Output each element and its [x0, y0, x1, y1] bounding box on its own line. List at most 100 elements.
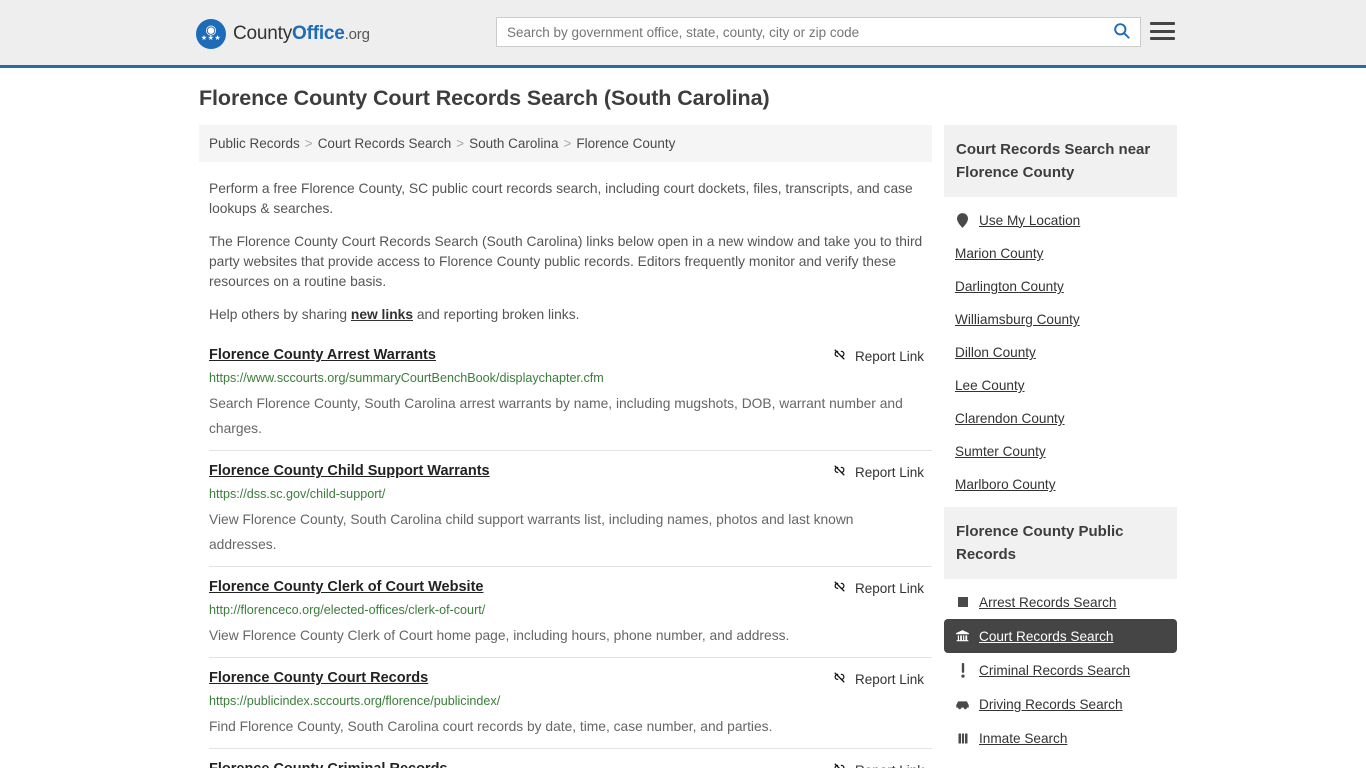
sidebar-item-driving-records-search[interactable]: Driving Records Search: [944, 687, 1177, 721]
breadcrumb-item-1[interactable]: Court Records Search: [318, 136, 452, 151]
sidebar-item-label: Williamsburg County: [955, 312, 1080, 327]
report-link-button[interactable]: Report Link: [832, 670, 932, 688]
broken-link-icon: [832, 463, 847, 481]
main-content: Public Records > Court Records Search > Sout…: [199, 125, 932, 768]
stars-glyph: ★★★: [200, 35, 222, 42]
sidebar-item-label: Marlboro County: [955, 477, 1056, 492]
resource-url: https://dss.sc.gov/child-support/: [209, 487, 386, 501]
resource-title-link[interactable]: Florence County Clerk of Court Website: [209, 579, 483, 595]
sidebar-item-label: Dillon County: [955, 345, 1036, 360]
report-link-label: Report Link: [854, 671, 924, 687]
sidebar-item-label: Inmate Search: [979, 730, 1068, 746]
intro-paragraph-3: Help others by sharing new links and rep…: [209, 305, 932, 325]
intro-paragraph-1: Perform a free Florence County, SC publi…: [209, 181, 913, 216]
search-button[interactable]: [1102, 18, 1140, 46]
map-pin-icon: [955, 212, 970, 228]
report-link-button[interactable]: Report Link: [832, 347, 932, 365]
resource-description: View Florence County Clerk of Court home…: [209, 628, 790, 643]
list-item: Florence County Criminal Records Report …: [209, 748, 932, 768]
resource-description: Search Florence County, South Carolina a…: [209, 396, 903, 436]
intro-p3-before: Help others by sharing: [209, 307, 351, 322]
resource-title-link[interactable]: Florence County Arrest Warrants: [209, 347, 436, 363]
sidebar-item-sumter-county[interactable]: Sumter County: [944, 435, 1177, 468]
sidebar-item-label: Lee County: [955, 378, 1025, 393]
resource-url: http://florenceco.org/elected-offices/cl…: [209, 603, 486, 617]
breadcrumb-sep: >: [304, 136, 313, 151]
intro-text: Perform a free Florence County, SC publi…: [199, 162, 932, 325]
search-icon: [1112, 21, 1131, 43]
broken-link-icon: [832, 670, 847, 688]
sidebar-item-label: Criminal Records Search: [979, 662, 1131, 678]
car-icon: [955, 696, 970, 712]
resource-title-link[interactable]: Florence County Court Records: [209, 670, 428, 686]
resource-url: https://www.sccourts.org/summaryCourtBen…: [209, 371, 604, 385]
breadcrumb-sep: >: [563, 136, 572, 151]
report-link-button[interactable]: Report Link: [832, 761, 932, 768]
sidebar-item-label: Sumter County: [955, 444, 1046, 459]
breadcrumb-item-3[interactable]: Florence County: [576, 136, 675, 151]
brand-text: CountyOffice.org: [233, 23, 370, 45]
report-link-button[interactable]: Report Link: [832, 463, 932, 481]
sidebar-item-label: Darlington County: [955, 279, 1064, 294]
resource-title-link[interactable]: Florence County Child Support Warrants: [209, 463, 490, 479]
brand-part-county: County: [233, 23, 293, 44]
intro-paragraph-2: The Florence County Court Records Search…: [209, 234, 923, 289]
sidebar-item-clarendon-county[interactable]: Clarendon County: [944, 402, 1177, 435]
list-item: Florence County Child Support Warrants R…: [209, 450, 932, 566]
sidebar-item-label: Marion County: [955, 246, 1044, 261]
resource-url: https://publicindex.sccourts.org/florenc…: [209, 694, 501, 708]
sidebar-nearby-section: Court Records Search near Florence Count…: [944, 125, 1177, 501]
breadcrumb-item-0[interactable]: Public Records: [209, 136, 300, 151]
search-input[interactable]: [497, 18, 1102, 46]
sidebar-item-lee-county[interactable]: Lee County: [944, 369, 1177, 402]
exclamation-icon: [955, 662, 970, 678]
resource-link-list: Florence County Arrest Warrants Report L…: [199, 339, 932, 768]
report-link-label: Report Link: [854, 348, 924, 364]
sidebar-item-marlboro-county[interactable]: Marlboro County: [944, 468, 1177, 501]
sidebar-item-criminal-records-search[interactable]: Criminal Records Search: [944, 653, 1177, 687]
broken-link-icon: [832, 347, 847, 365]
page-body: Florence County Court Records Search (So…: [0, 68, 1366, 768]
sidebar: Court Records Search near Florence Count…: [944, 125, 1177, 761]
list-item: Florence County Arrest Warrants Report L…: [209, 339, 932, 450]
breadcrumb-item-2[interactable]: South Carolina: [469, 136, 558, 151]
sidebar-public-records-heading: Florence County Public Records: [944, 507, 1177, 579]
broken-link-icon: [832, 761, 847, 768]
sidebar-public-records-section: Florence County Public Records Arrest Re…: [944, 507, 1177, 755]
breadcrumb-sep: >: [456, 136, 465, 151]
list-item: Florence County Clerk of Court Website R…: [209, 566, 932, 657]
site-header: ◉ ★★★ CountyOffice.org: [0, 0, 1366, 68]
report-link-label: Report Link: [854, 580, 924, 596]
list-item: Florence County Court Records Report Lin…: [209, 657, 932, 748]
resource-title-link[interactable]: Florence County Criminal Records: [209, 761, 448, 768]
new-links-link[interactable]: new links: [351, 307, 413, 322]
book-icon: [955, 594, 970, 610]
courthouse-icon: [955, 628, 970, 644]
site-logo[interactable]: ◉ ★★★ CountyOffice.org: [196, 19, 370, 49]
breadcrumb: Public Records > Court Records Search > Sout…: [199, 125, 932, 162]
sidebar-nearby-heading: Court Records Search near Florence Count…: [944, 125, 1177, 197]
sidebar-item-court-records-search[interactable]: Court Records Search: [944, 619, 1177, 653]
brand-part-office: Office: [292, 23, 345, 44]
sidebar-item-inmate-search[interactable]: Inmate Search: [944, 721, 1177, 755]
brand-part-org: .org: [344, 26, 370, 43]
sidebar-item-darlington-county[interactable]: Darlington County: [944, 270, 1177, 303]
sidebar-item-arrest-records-search[interactable]: Arrest Records Search: [944, 585, 1177, 619]
county-office-logo-icon: ◉ ★★★: [196, 19, 226, 49]
hamburger-menu-icon[interactable]: [1150, 20, 1175, 42]
intro-p3-after: and reporting broken links.: [413, 307, 580, 322]
resource-description: View Florence County, South Carolina chi…: [209, 512, 854, 552]
sidebar-item-use-my-location[interactable]: Use My Location: [944, 203, 1177, 237]
search-bar[interactable]: [496, 17, 1141, 47]
sidebar-item-dillon-county[interactable]: Dillon County: [944, 336, 1177, 369]
sidebar-item-marion-county[interactable]: Marion County: [944, 237, 1177, 270]
sidebar-item-label: Clarendon County: [955, 411, 1065, 426]
sidebar-item-williamsburg-county[interactable]: Williamsburg County: [944, 303, 1177, 336]
report-link-label: Report Link: [855, 763, 924, 768]
sidebar-item-label: Court Records Search: [979, 628, 1114, 644]
sidebar-item-label: Use My Location: [979, 212, 1081, 228]
broken-link-icon: [832, 579, 847, 597]
report-link-button[interactable]: Report Link: [832, 579, 932, 597]
report-link-label: Report Link: [854, 464, 924, 480]
resource-description: Find Florence County, South Carolina cou…: [209, 719, 773, 734]
